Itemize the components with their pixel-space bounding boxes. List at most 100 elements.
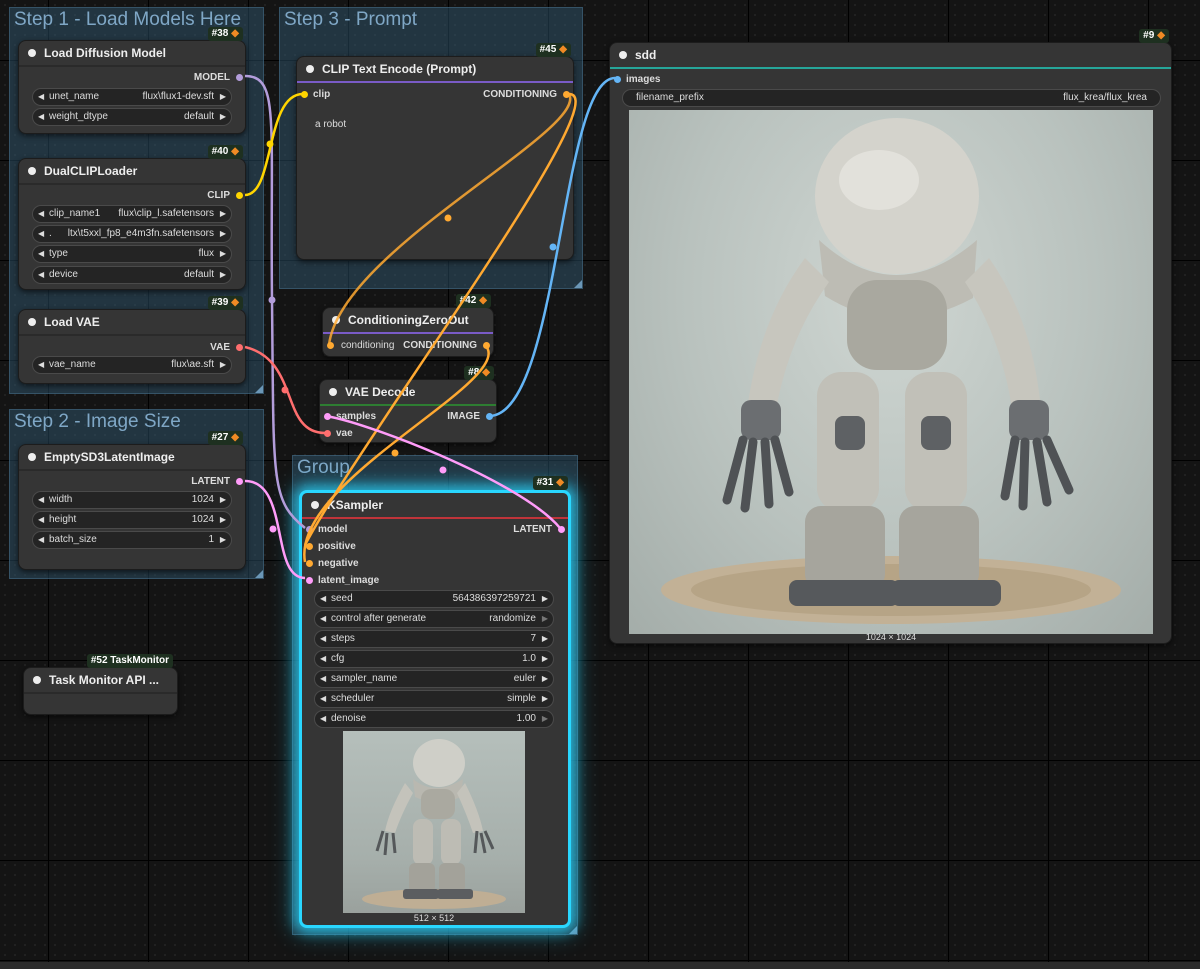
arrow-left-icon[interactable]: ◀ bbox=[38, 357, 44, 373]
arrow-left-icon[interactable]: ◀ bbox=[38, 492, 44, 508]
empty-sd3-latent-image-node[interactable]: #27 ◆ EmptySD3LatentImage LATENT ◀ width … bbox=[18, 431, 246, 570]
arrow-right-icon[interactable]: ▶ bbox=[542, 671, 548, 687]
node-title[interactable]: Task Monitor API ... bbox=[24, 668, 177, 694]
arrow-left-icon[interactable]: ◀ bbox=[38, 532, 44, 548]
node-title[interactable]: VAE Decode bbox=[320, 380, 496, 406]
arrow-right-icon[interactable]: ▶ bbox=[220, 512, 226, 528]
arrow-left-icon[interactable]: ◀ bbox=[38, 206, 44, 222]
arrow-left-icon[interactable]: ◀ bbox=[38, 89, 44, 105]
output-slot-latent[interactable] bbox=[558, 526, 565, 533]
arrow-right-icon[interactable]: ▶ bbox=[542, 711, 548, 727]
arrow-left-icon[interactable]: ◀ bbox=[320, 671, 326, 687]
load-diffusion-model-node[interactable]: #38 ◆ Load Diffusion Model MODEL ◀ unet_n… bbox=[18, 27, 246, 134]
ksampler-node[interactable]: #31 ◆ KSampler model positive negative la… bbox=[299, 476, 571, 928]
widget-width[interactable]: ◀ width 1024 ▶ bbox=[32, 491, 232, 509]
save-image-node[interactable]: #9 ◆ sdd images filename_prefix flux_krea… bbox=[609, 29, 1172, 644]
output-slot-conditioning[interactable] bbox=[563, 91, 570, 98]
input-slot-model[interactable] bbox=[306, 526, 313, 533]
arrow-right-icon[interactable]: ▶ bbox=[220, 267, 226, 283]
output-slot-vae[interactable] bbox=[236, 344, 243, 351]
arrow-left-icon[interactable]: ◀ bbox=[38, 246, 44, 262]
preview-image[interactable] bbox=[343, 731, 525, 913]
vae-decode-node[interactable]: #8 ◆ VAE Decode samples vae IMAGE bbox=[319, 366, 497, 443]
arrow-right-icon[interactable]: ▶ bbox=[220, 109, 226, 125]
widget-batch-size[interactable]: ◀ batch_size 1 ▶ bbox=[32, 531, 232, 549]
group-resize-handle[interactable] bbox=[574, 280, 582, 288]
fox-icon: ◆ bbox=[556, 477, 564, 488]
output-slot-model[interactable] bbox=[236, 74, 243, 81]
arrow-right-icon[interactable]: ▶ bbox=[220, 89, 226, 105]
widget-height[interactable]: ◀ height 1024 ▶ bbox=[32, 511, 232, 529]
input-slot-conditioning[interactable] bbox=[327, 342, 334, 349]
input-slot-positive[interactable] bbox=[306, 543, 313, 550]
arrow-left-icon[interactable]: ◀ bbox=[320, 651, 326, 667]
widget-scheduler[interactable]: ◀ scheduler simple ▶ bbox=[314, 690, 554, 708]
widget-vae-name[interactable]: ◀ vae_name flux\ae.sft ▶ bbox=[32, 356, 232, 374]
load-vae-node[interactable]: #39 ◆ Load VAE VAE ◀ vae_name flux\ae.sft… bbox=[18, 296, 246, 384]
arrow-left-icon[interactable]: ◀ bbox=[320, 631, 326, 647]
node-title[interactable]: Load Diffusion Model bbox=[19, 41, 245, 67]
node-title[interactable]: sdd bbox=[610, 43, 1171, 69]
arrow-left-icon[interactable]: ◀ bbox=[320, 711, 326, 727]
node-title[interactable]: Load VAE bbox=[19, 310, 245, 336]
group-resize-handle[interactable] bbox=[255, 385, 263, 393]
input-slot-clip[interactable] bbox=[301, 91, 308, 98]
arrow-right-icon[interactable]: ▶ bbox=[542, 691, 548, 707]
arrow-left-icon[interactable]: ◀ bbox=[38, 109, 44, 125]
arrow-right-icon[interactable]: ▶ bbox=[542, 611, 548, 627]
widget-denoise[interactable]: ◀ denoise 1.00 ▶ bbox=[314, 710, 554, 728]
widget-unet-name[interactable]: ◀ unet_name flux\flux1-dev.sft ▶ bbox=[32, 88, 232, 106]
node-title[interactable]: ConditioningZeroOut bbox=[323, 308, 493, 334]
output-slot-clip[interactable] bbox=[236, 192, 243, 199]
widget-steps[interactable]: ◀ steps 7 ▶ bbox=[314, 630, 554, 648]
prompt-textarea[interactable]: a robot bbox=[315, 119, 346, 130]
output-slot-image[interactable] bbox=[486, 413, 493, 420]
arrow-left-icon[interactable]: ◀ bbox=[38, 267, 44, 283]
widget-weight-dtype[interactable]: ◀ weight_dtype default ▶ bbox=[32, 108, 232, 126]
arrow-right-icon[interactable]: ▶ bbox=[542, 631, 548, 647]
input-slot-latent-image[interactable] bbox=[306, 577, 313, 584]
input-slot-negative[interactable] bbox=[306, 560, 313, 567]
arrow-right-icon[interactable]: ▶ bbox=[220, 357, 226, 373]
clip-text-encode-node[interactable]: #45 ◆ CLIP Text Encode (Prompt) clip COND… bbox=[296, 43, 574, 260]
bottom-scrollbar[interactable] bbox=[0, 962, 1200, 969]
arrow-left-icon[interactable]: ◀ bbox=[320, 611, 326, 627]
arrow-left-icon[interactable]: ◀ bbox=[38, 226, 44, 242]
widget-device[interactable]: ◀ device default ▶ bbox=[32, 266, 232, 284]
node-id-badge: #31 ◆ bbox=[532, 476, 568, 490]
conditioning-zero-out-node[interactable]: #42 ◆ ConditioningZeroOut conditioning CO… bbox=[322, 294, 494, 357]
node-title[interactable]: EmptySD3LatentImage bbox=[19, 445, 245, 471]
widget-seed[interactable]: ◀ seed 564386397259721 ▶ bbox=[314, 590, 554, 608]
input-slot-images[interactable] bbox=[614, 76, 621, 83]
arrow-right-icon[interactable]: ▶ bbox=[220, 246, 226, 262]
group-resize-handle[interactable] bbox=[569, 926, 577, 934]
dual-clip-loader-node[interactable]: #40 ◆ DualCLIPLoader CLIP ◀ clip_name1 fl… bbox=[18, 145, 246, 290]
widget-clip-name2[interactable]: ◀ . ltx\t5xxl_fp8_e4m3fn.safetensors ▶ bbox=[32, 225, 232, 243]
node-title[interactable]: KSampler bbox=[302, 493, 568, 519]
arrow-right-icon[interactable]: ▶ bbox=[220, 226, 226, 242]
widget-control-after-generate[interactable]: ◀ control after generate randomize ▶ bbox=[314, 610, 554, 628]
widget-sampler-name[interactable]: ◀ sampler_name euler ▶ bbox=[314, 670, 554, 688]
arrow-left-icon[interactable]: ◀ bbox=[38, 512, 44, 528]
wire-midpoint bbox=[268, 296, 276, 304]
group-resize-handle[interactable] bbox=[255, 570, 263, 578]
arrow-right-icon[interactable]: ▶ bbox=[220, 532, 226, 548]
output-image[interactable] bbox=[629, 110, 1153, 634]
output-slot-latent[interactable] bbox=[236, 478, 243, 485]
arrow-right-icon[interactable]: ▶ bbox=[542, 591, 548, 607]
input-slot-samples[interactable] bbox=[324, 413, 331, 420]
arrow-right-icon[interactable]: ▶ bbox=[542, 651, 548, 667]
output-slot-conditioning[interactable] bbox=[483, 342, 490, 349]
arrow-left-icon[interactable]: ◀ bbox=[320, 691, 326, 707]
arrow-right-icon[interactable]: ▶ bbox=[220, 206, 226, 222]
widget-cfg[interactable]: ◀ cfg 1.0 ▶ bbox=[314, 650, 554, 668]
node-title[interactable]: DualCLIPLoader bbox=[19, 159, 245, 185]
node-title[interactable]: CLIP Text Encode (Prompt) bbox=[297, 57, 573, 83]
input-slot-vae[interactable] bbox=[324, 430, 331, 437]
filename-prefix-field[interactable]: filename_prefix flux_krea/flux_krea bbox=[622, 89, 1161, 107]
widget-type[interactable]: ◀ type flux ▶ bbox=[32, 245, 232, 263]
task-monitor-node[interactable]: #52 TaskMonitor Task Monitor API ... bbox=[23, 654, 178, 715]
widget-clip-name1[interactable]: ◀ clip_name1 flux\clip_l.safetensors ▶ bbox=[32, 205, 232, 223]
arrow-right-icon[interactable]: ▶ bbox=[220, 492, 226, 508]
arrow-left-icon[interactable]: ◀ bbox=[320, 591, 326, 607]
